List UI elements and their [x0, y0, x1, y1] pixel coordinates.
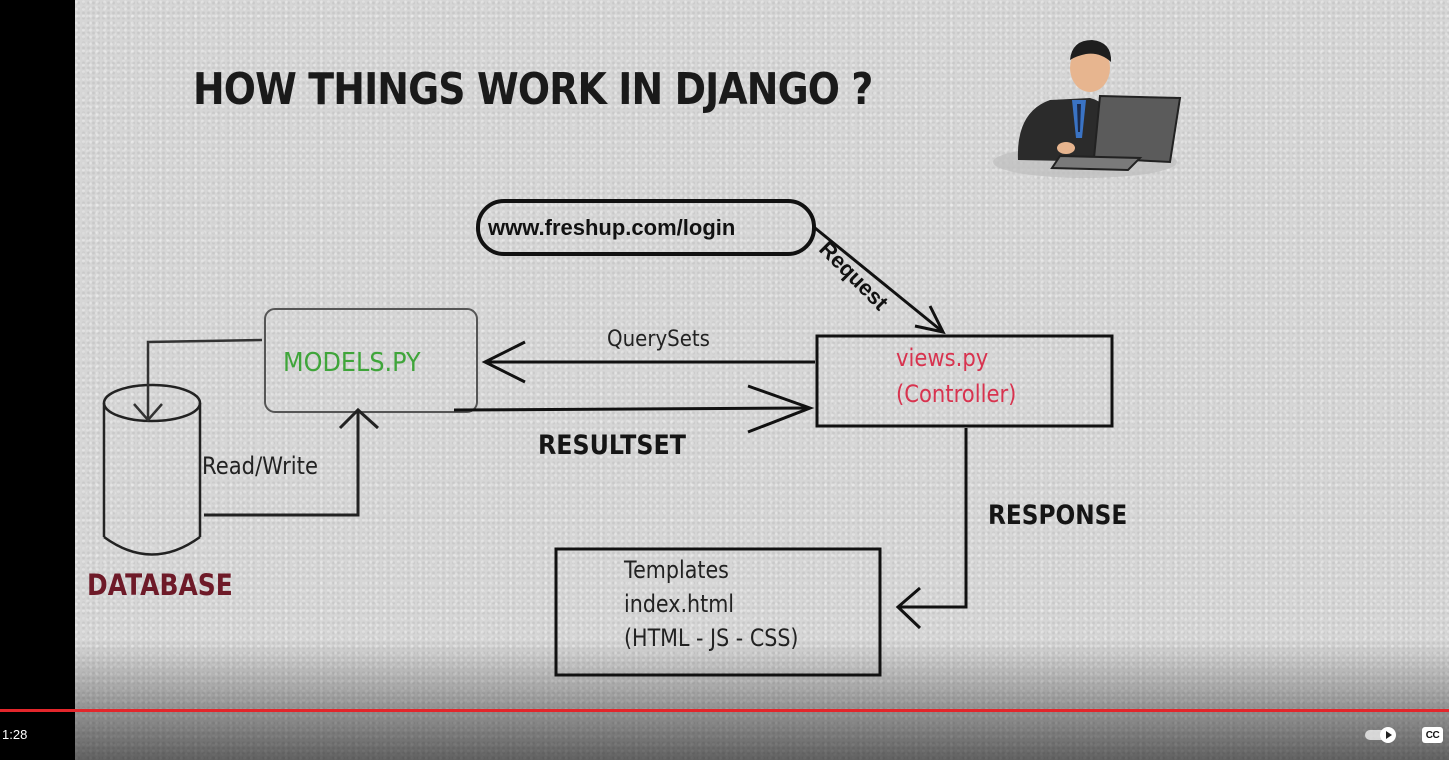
autoplay-play-icon: [1380, 727, 1396, 743]
querysets-label: QuerySets: [607, 327, 711, 352]
person-laptop-icon: [993, 40, 1182, 178]
database-cylinder-icon: [102, 383, 202, 556]
video-progress-played: [0, 709, 1449, 712]
video-time-display: 1:28: [2, 727, 28, 742]
resultset-label: RESULTSET: [538, 430, 686, 461]
database-label: DATABASE: [87, 568, 233, 602]
read-write-label: Read/Write: [202, 452, 318, 480]
template-tech-label: (HTML - JS - CSS): [624, 624, 799, 652]
response-arrow: [895, 428, 968, 630]
autoplay-toggle[interactable]: [1365, 727, 1399, 743]
controller-label: (Controller): [896, 380, 1017, 408]
templates-label: Templates: [624, 556, 729, 584]
slide-title: HOW THINGS WORK IN DJANGO ?: [193, 64, 873, 115]
models-label: MODELS.PY: [283, 348, 421, 378]
video-progress-bar[interactable]: [0, 709, 1449, 712]
cc-icon: CC: [1425, 729, 1440, 741]
views-label: views.py: [896, 344, 989, 372]
closed-captions-button[interactable]: CC: [1422, 727, 1443, 743]
url-text: www.freshup.com/login: [488, 215, 736, 240]
response-label: RESPONSE: [988, 500, 1128, 531]
resultset-arrow: [453, 384, 815, 434]
template-file-label: index.html: [624, 590, 735, 618]
